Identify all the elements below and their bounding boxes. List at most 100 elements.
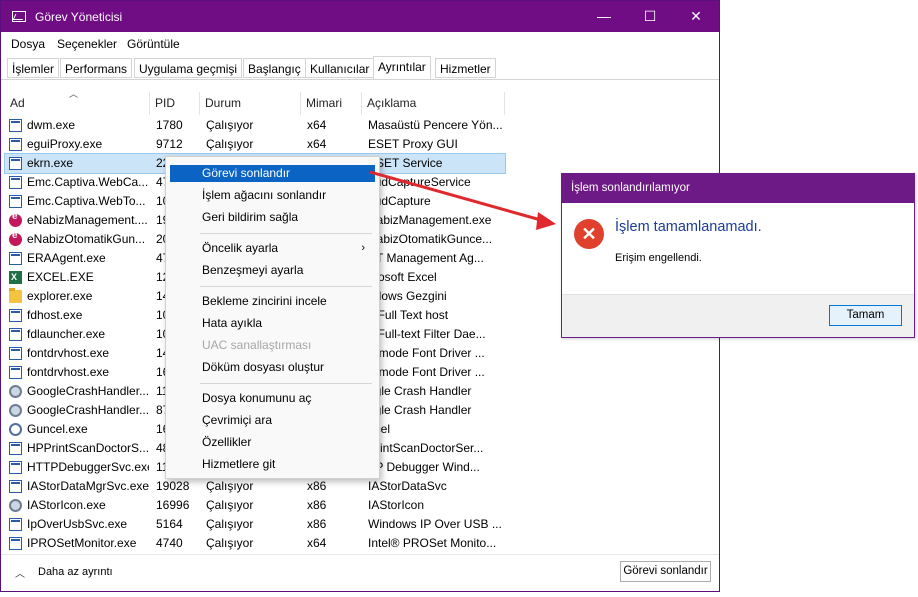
- process-pid: 5164: [156, 517, 183, 531]
- process-pid: 19028: [156, 479, 190, 493]
- tab-details[interactable]: Ayrıntılar: [373, 56, 431, 80]
- menu-options[interactable]: Seçenekler: [57, 37, 117, 51]
- table-row[interactable]: IAStorDataMgrSvc.exe 19028 Çalışıyor x86 IAS…: [5, 477, 505, 496]
- context-menu-item[interactable]: Hata ayıkla: [170, 313, 375, 333]
- process-description: L Full Text host: [368, 308, 449, 322]
- app-icon: [9, 518, 22, 531]
- column-header-pid[interactable]: PID: [150, 92, 200, 115]
- context-menu-item[interactable]: Benzeşmeyi ayarla: [170, 260, 375, 280]
- process-description: NabizManagement.exe: [368, 213, 492, 227]
- context-menu-item[interactable]: Özellikler: [170, 432, 375, 452]
- app-icon: [9, 119, 22, 132]
- context-menu-item-label: UAC sanallaştırması: [202, 338, 312, 352]
- column-header-status[interactable]: Durum: [200, 92, 301, 115]
- context-menu-item-label: Benzeşmeyi ayarla: [202, 263, 304, 277]
- process-name: ERAAgent.exe: [27, 251, 106, 265]
- process-description: ncel: [368, 420, 502, 439]
- process-pid: 1780: [156, 118, 183, 132]
- app-icon: [9, 328, 22, 341]
- context-menu-item[interactable]: İşlem ağacını sonlandır: [170, 185, 375, 205]
- process-arch: x86: [307, 517, 327, 531]
- context-menu-item-label: Hizmetlere git: [202, 457, 276, 471]
- process-arch: x86: [307, 498, 327, 512]
- menu-separator: [200, 383, 372, 384]
- tab-startup[interactable]: Başlangıç: [243, 58, 306, 78]
- process-description: crosoft Excel: [368, 270, 437, 284]
- process-status: Çalışıyor: [206, 137, 254, 151]
- title-bar[interactable]: Görev Yöneticisi — ☐ ✕: [1, 1, 719, 32]
- app-icon: [9, 480, 22, 493]
- process-name: HTTPDebuggerSvc.exe: [27, 460, 149, 474]
- fewer-details-link[interactable]: Daha az ayrıntı: [38, 566, 113, 578]
- table-row[interactable]: IAStorIcon.exe 16996 Çalışıyor x86 IAStorIco…: [5, 496, 505, 515]
- minimize-button[interactable]: —: [581, 1, 627, 32]
- process-name: IAStorDataMgrSvc.exe: [27, 479, 149, 493]
- process-name: IAStorIcon.exe: [27, 498, 106, 512]
- context-menu: Görevi sonlandır İşlem ağacını sonlandır G…: [165, 156, 380, 479]
- process-description: IAStorDataSvc: [368, 479, 447, 493]
- process-description: ermode Font Driver ...: [368, 365, 485, 379]
- process-description: ogle Crash Handler: [368, 384, 472, 398]
- menu-file[interactable]: Dosya: [11, 37, 45, 51]
- dialog-sub-message: Erişim engellendi.: [615, 252, 702, 264]
- context-menu-item[interactable]: Görevi sonlandır: [170, 165, 375, 182]
- context-menu-item-label: Öncelik ayarla: [202, 241, 279, 255]
- context-menu-item-label: İşlem ağacını sonlandır: [202, 188, 327, 202]
- context-menu-item[interactable]: Çevrimiçi ara: [170, 410, 375, 430]
- context-menu-item: UAC sanallaştırması: [170, 335, 375, 355]
- app-icon: [9, 176, 22, 189]
- process-description: oudCaptureService: [368, 175, 471, 189]
- table-row[interactable]: eguiProxy.exe 9712 Çalışıyor x64 ESET Proxy …: [5, 135, 505, 154]
- error-dialog: İşlem sonlandırılamıyor ✕ İşlem tamamlan…: [561, 173, 915, 338]
- process-description: IAStorIcon: [368, 498, 425, 512]
- table-row[interactable]: dwm.exe 1780 Çalışıyor x64 Masaüstü Pencere …: [5, 116, 505, 135]
- tab-users[interactable]: Kullanıcılar: [305, 58, 375, 78]
- column-header-name[interactable]: Ad: [5, 92, 150, 115]
- g-icon: [9, 423, 22, 436]
- tab-bar: İşlemler Performans Uygulama geçmişi Baş…: [1, 56, 719, 80]
- context-menu-item[interactable]: Öncelik ayarla ›: [170, 238, 375, 258]
- context-menu-item[interactable]: Hizmetlere git: [170, 454, 375, 474]
- maximize-button[interactable]: ☐: [627, 1, 673, 32]
- error-icon: ✕: [574, 219, 604, 249]
- ok-button[interactable]: Tamam: [829, 305, 902, 326]
- dialog-footer: Tamam: [562, 294, 914, 337]
- menu-view[interactable]: Görüntüle: [127, 37, 180, 51]
- process-name: Emc.Captiva.WebTo...: [27, 194, 146, 208]
- process-pid: 4740: [156, 536, 183, 550]
- process-name: EXCEL.EXE: [27, 270, 94, 284]
- app-icon: [9, 252, 22, 265]
- process-status: Çalışıyor: [206, 498, 254, 512]
- tab-performance[interactable]: Performans: [60, 58, 133, 78]
- chevron-up-icon[interactable]: ︿: [15, 565, 25, 580]
- process-name: eNabizManagement....: [27, 213, 148, 227]
- column-header-arch[interactable]: Mimari: [301, 92, 362, 115]
- column-header-description[interactable]: Açıklama: [362, 92, 505, 115]
- context-menu-item-label: Geri bildirim sağla: [202, 210, 299, 224]
- context-menu-item[interactable]: Geri bildirim sağla: [170, 207, 375, 227]
- enabiz-icon: [9, 211, 22, 227]
- process-arch: x64: [307, 118, 327, 132]
- context-menu-item[interactable]: Bekleme zincirini incele: [170, 291, 375, 311]
- end-task-button[interactable]: Görevi sonlandır: [620, 561, 711, 582]
- process-description: Masaüstü Pencere Yön...: [368, 118, 502, 132]
- tab-app-history[interactable]: Uygulama geçmişi: [134, 58, 243, 78]
- context-menu-item[interactable]: Döküm dosyası oluştur: [170, 357, 375, 377]
- tab-divider: [1, 79, 719, 80]
- process-name: eNabizOtomatikGun...: [27, 232, 146, 246]
- context-menu-item[interactable]: Dosya konumunu aç: [170, 388, 375, 408]
- app-icon: [9, 347, 22, 360]
- process-description: ermode Font Driver ...: [368, 346, 485, 360]
- process-description: ET Management Ag...: [368, 251, 484, 265]
- table-row[interactable]: IPROSetMonitor.exe 4740 Çalışıyor x64 Intel®…: [5, 534, 505, 553]
- close-button[interactable]: ✕: [673, 1, 719, 32]
- app-icon: [9, 461, 22, 474]
- app-icon: [9, 366, 22, 379]
- dialog-title: İşlem sonlandırılamıyor: [562, 174, 914, 203]
- tab-processes[interactable]: İşlemler: [7, 58, 60, 78]
- app-icon: [9, 309, 22, 322]
- process-status: Çalışıyor: [206, 517, 254, 531]
- menu-separator: [200, 286, 372, 287]
- table-row[interactable]: IpOverUsbSvc.exe 5164 Çalışıyor x86 Windows …: [5, 515, 505, 534]
- tab-services[interactable]: Hizmetler: [435, 58, 496, 78]
